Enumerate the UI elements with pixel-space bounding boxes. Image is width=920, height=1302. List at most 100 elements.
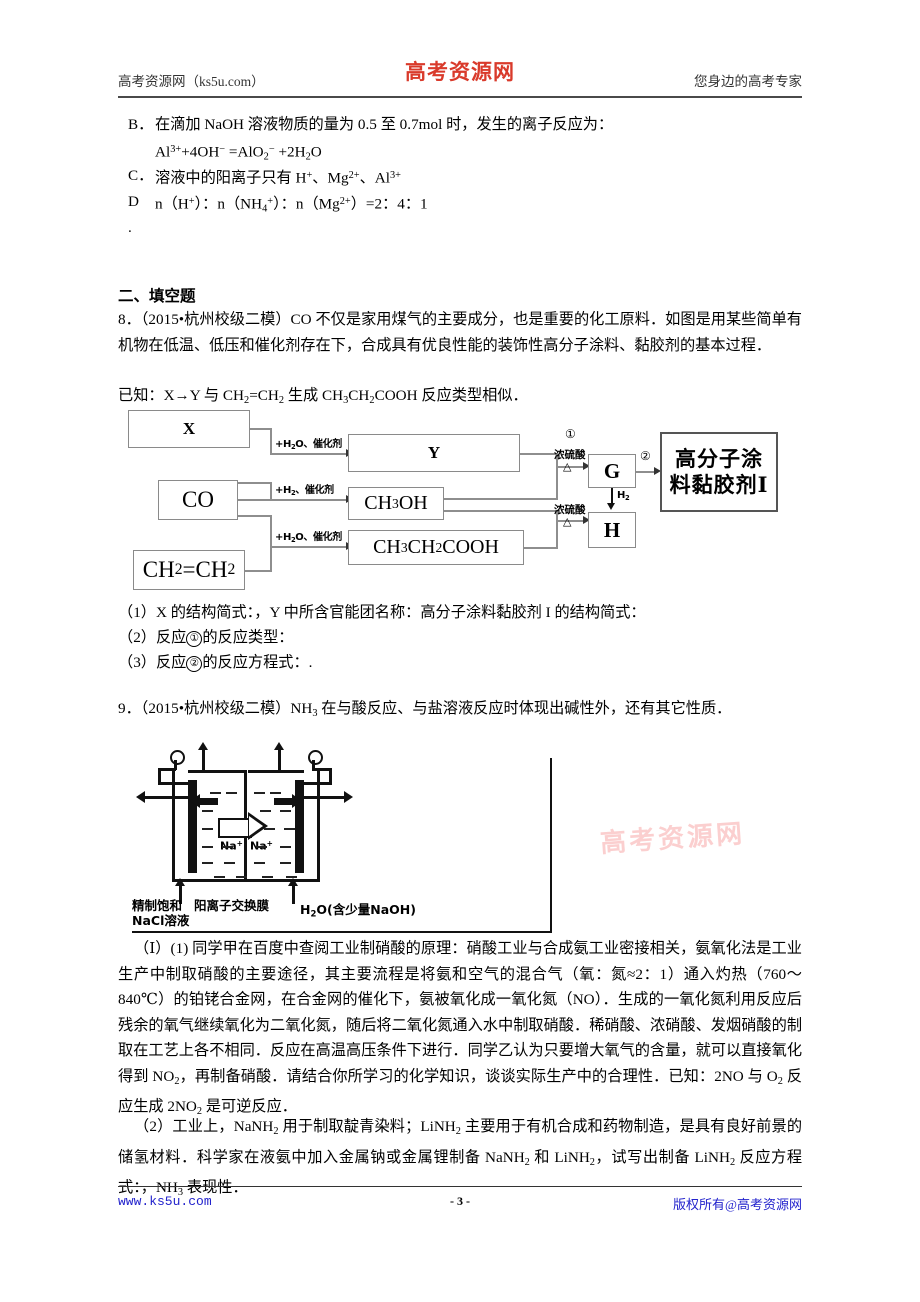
line-co-down [270,515,272,547]
option-d-label: D [128,193,139,210]
flow-arrow-label-1: +H2O、催化剂 [275,439,342,452]
question-9-part-2: （2）工业上，NaNH2 用于制取靛青染料；LiNH2 主要用于有机合成和药物制… [118,1118,803,1199]
cell-frame-right [550,758,552,933]
right-terminal-circle [308,750,323,765]
option-d-text: n（H+）：n（NH4+）：n（Mg2+）=2：4：1 [155,195,428,215]
left-inner-arrow-shaft [198,798,218,805]
left-inner-arrow-head [190,794,200,808]
cell-label-left: 精制饱和 NaCl溶液 [132,898,190,928]
header-divider [118,96,802,98]
electrolyte-dash [262,876,273,878]
left-outlet-line [144,796,192,799]
trailing-period: . [128,219,132,236]
right-outlet-line [300,796,348,799]
question-9-stem: 9．（2015•杭州校级二模）NH3 在与酸反应、与盐溶液反应时体现出碱性外，还… [118,700,732,720]
page-watermark: 高考资源网 [599,818,747,860]
page-header: 高考资源网（ks5u.com） 高考资源网 您身边的高考专家 [118,59,802,96]
line-propanoic-out [524,547,558,549]
electrolyte-dash [264,828,275,830]
electrolyte-dash [202,846,213,848]
header-left-text: 高考资源网（ks5u.com） [118,74,265,89]
question-8-sub-1: （1）X 的结构简式：，Y 中所含官能团名称：高分子涂料黏胶剂 I 的结构简式： [118,604,646,621]
na-ion-label-right: Na+ [250,839,273,852]
electrolyte-dash [254,792,265,794]
flow-box-g: G [588,454,636,488]
right-gas-outlet-arrow [274,742,284,750]
product-line-2: 料黏胶剂I [669,472,769,497]
sub-3-pre: （3）反应 [118,654,187,671]
flow-condition-delta-1: △ [563,461,572,473]
option-c-text: 溶液中的阳离子只有 H+、Mg2+、Al3+ [155,169,401,187]
header-right-text: 您身边的高考专家 [694,74,802,89]
cell-label-right: H2O(含少量NaOH) [300,902,416,920]
line-to-propanoic [270,546,348,548]
flow-arrow-label-2: +H2、催化剂 [275,485,334,498]
line-co-upstub [238,482,272,484]
flow-box-methanol: CH 3 OH [348,487,444,520]
footer-url[interactable]: www.ks5u.com [118,1194,212,1209]
right-electrode-connect [300,782,332,785]
left-terminal-circle [170,750,185,765]
option-d: D n（H+）：n（NH4+）：n（Mg2+）=2：4：1 [128,189,728,222]
flow-box-propanoic: CH 3 CH 2 COOH [348,530,524,565]
electrolyte-dash [280,862,291,864]
line-co-to-methanol [238,499,348,501]
left-outlet-arrow [136,791,145,803]
flow-step-number-2: ② [640,449,651,463]
right-inner-arrow-head [292,794,302,808]
sub-3-circled-number: ② [186,656,203,672]
footer-page-number: - 3 - [450,1194,470,1208]
sub-2-post: 的反应类型： [202,629,294,646]
electrolyte-dash [260,810,271,812]
document-page: 高考资源网（ks5u.com） 高考资源网 您身边的高考专家 B． 在滴加 Na… [0,0,920,1302]
line-x-out [250,428,272,430]
left-gas-outlet-arrow [198,742,208,750]
flow-arrow-label-3: +H2O、催化剂 [275,532,342,545]
electrolyte-dash [280,846,291,848]
right-gas-outlet-stem [278,748,281,772]
option-b: B． 在滴加 NaOH 溶液物质的量为 0.5 至 0.7mol 时，发生的离子… [128,112,728,170]
left-terminal-lead-h [158,768,176,771]
tank-right-wall [317,770,320,882]
electrolysis-cell-diagram: Na+ Na+ 精制饱和 NaCl溶液 阳离 [132,742,552,933]
line-x-down [270,428,272,454]
flow-box-h: H [588,512,636,548]
sub-3-post: 的反应方程式：. [202,654,313,671]
electrolyte-dash [202,810,213,812]
flow-box-ethene: CH 2 =CH 2 [133,550,245,590]
electrolyte-dash [284,828,295,830]
question-8-sub-2: （2）反应 ① 的反应类型： [118,625,802,651]
electrolyte-dash [226,792,237,794]
flow-box-co: CO [158,480,238,520]
flow-condition-delta-2: △ [563,516,572,528]
electrolyte-dash [256,846,267,848]
left-inlet-arrow [175,878,185,886]
line-ethene-up [270,546,272,572]
line-g-to-h [611,488,613,504]
cell-label-membrane: 阳离子交换膜 [194,898,270,913]
electrolyte-dash [224,862,235,864]
line-merge-h [556,520,558,548]
header-logo-text: 高考资源网 [405,59,515,84]
left-gas-outlet-stem [202,748,205,772]
electrolyte-dash [236,876,247,878]
option-c: C． 溶液中的阳离子只有 H+、Mg2+、Al3+ [128,163,728,191]
line-y-out [520,453,558,455]
electrolyte-dash [202,862,213,864]
right-inlet-arrow [288,878,298,886]
arrow-g-to-h [607,503,615,510]
flow-box-x: X [128,410,250,448]
line-to-y [270,453,348,455]
question-8-sub-3: （3）反应 ② 的反应方程式：. [118,650,802,676]
option-c-label: C． [128,167,154,184]
line-ethene-out [245,570,272,572]
synthesis-flow-diagram: X CO CH 2 =CH 2 +H2O、催化剂 +H2、催化剂 +H2O、催化剂 Y… [120,402,800,598]
na-migration-arrow-head-inner [249,816,263,836]
electrolyte-dash [254,862,265,864]
electrolyte-dash [214,876,225,878]
sub-2-pre: （2）反应 [118,629,187,646]
electrolyte-dash [270,792,281,794]
electrolyte-dash [210,792,221,794]
flow-box-y: Y [348,434,520,472]
option-b-label: B． [128,116,154,133]
